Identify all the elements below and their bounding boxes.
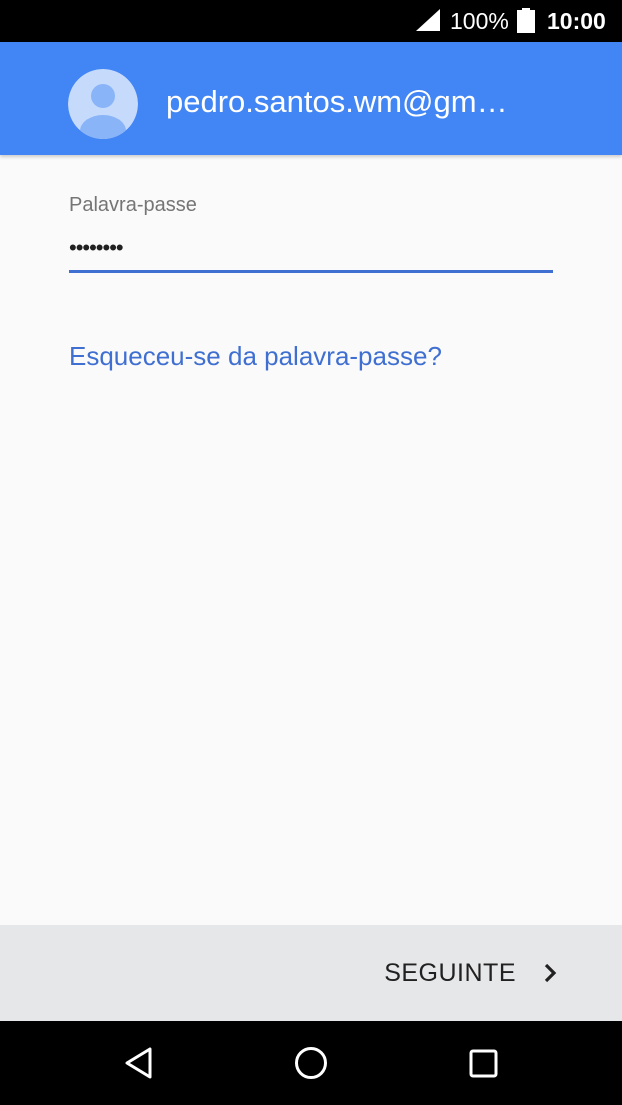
password-screen: 100% 10:00 pedro.santos.wm@gm… Palavra-p… (0, 0, 622, 1105)
battery-icon (517, 8, 535, 33)
password-input[interactable] (69, 230, 553, 273)
status-bar: 100% 10:00 (0, 0, 622, 42)
home-icon[interactable] (291, 1043, 331, 1083)
recents-icon[interactable] (463, 1043, 503, 1083)
clock: 10:00 (547, 8, 606, 34)
back-icon[interactable] (119, 1043, 159, 1083)
account-header: pedro.santos.wm@gm… (0, 42, 622, 155)
account-circle-icon (68, 69, 138, 139)
chevron-right-icon (544, 963, 557, 983)
navigation-bar (0, 1021, 622, 1105)
next-button[interactable]: SEGUINTE (384, 953, 562, 993)
battery-percent: 100% (450, 8, 509, 34)
account-email: pedro.santos.wm@gm… (166, 84, 508, 119)
password-label: Palavra-passe (69, 194, 197, 216)
next-button-label: SEGUINTE (384, 958, 516, 987)
footer-bar: SEGUINTE (0, 925, 622, 1021)
signal-icon (416, 9, 440, 31)
forgot-password-link[interactable]: Esqueceu-se da palavra-passe? (69, 340, 442, 372)
